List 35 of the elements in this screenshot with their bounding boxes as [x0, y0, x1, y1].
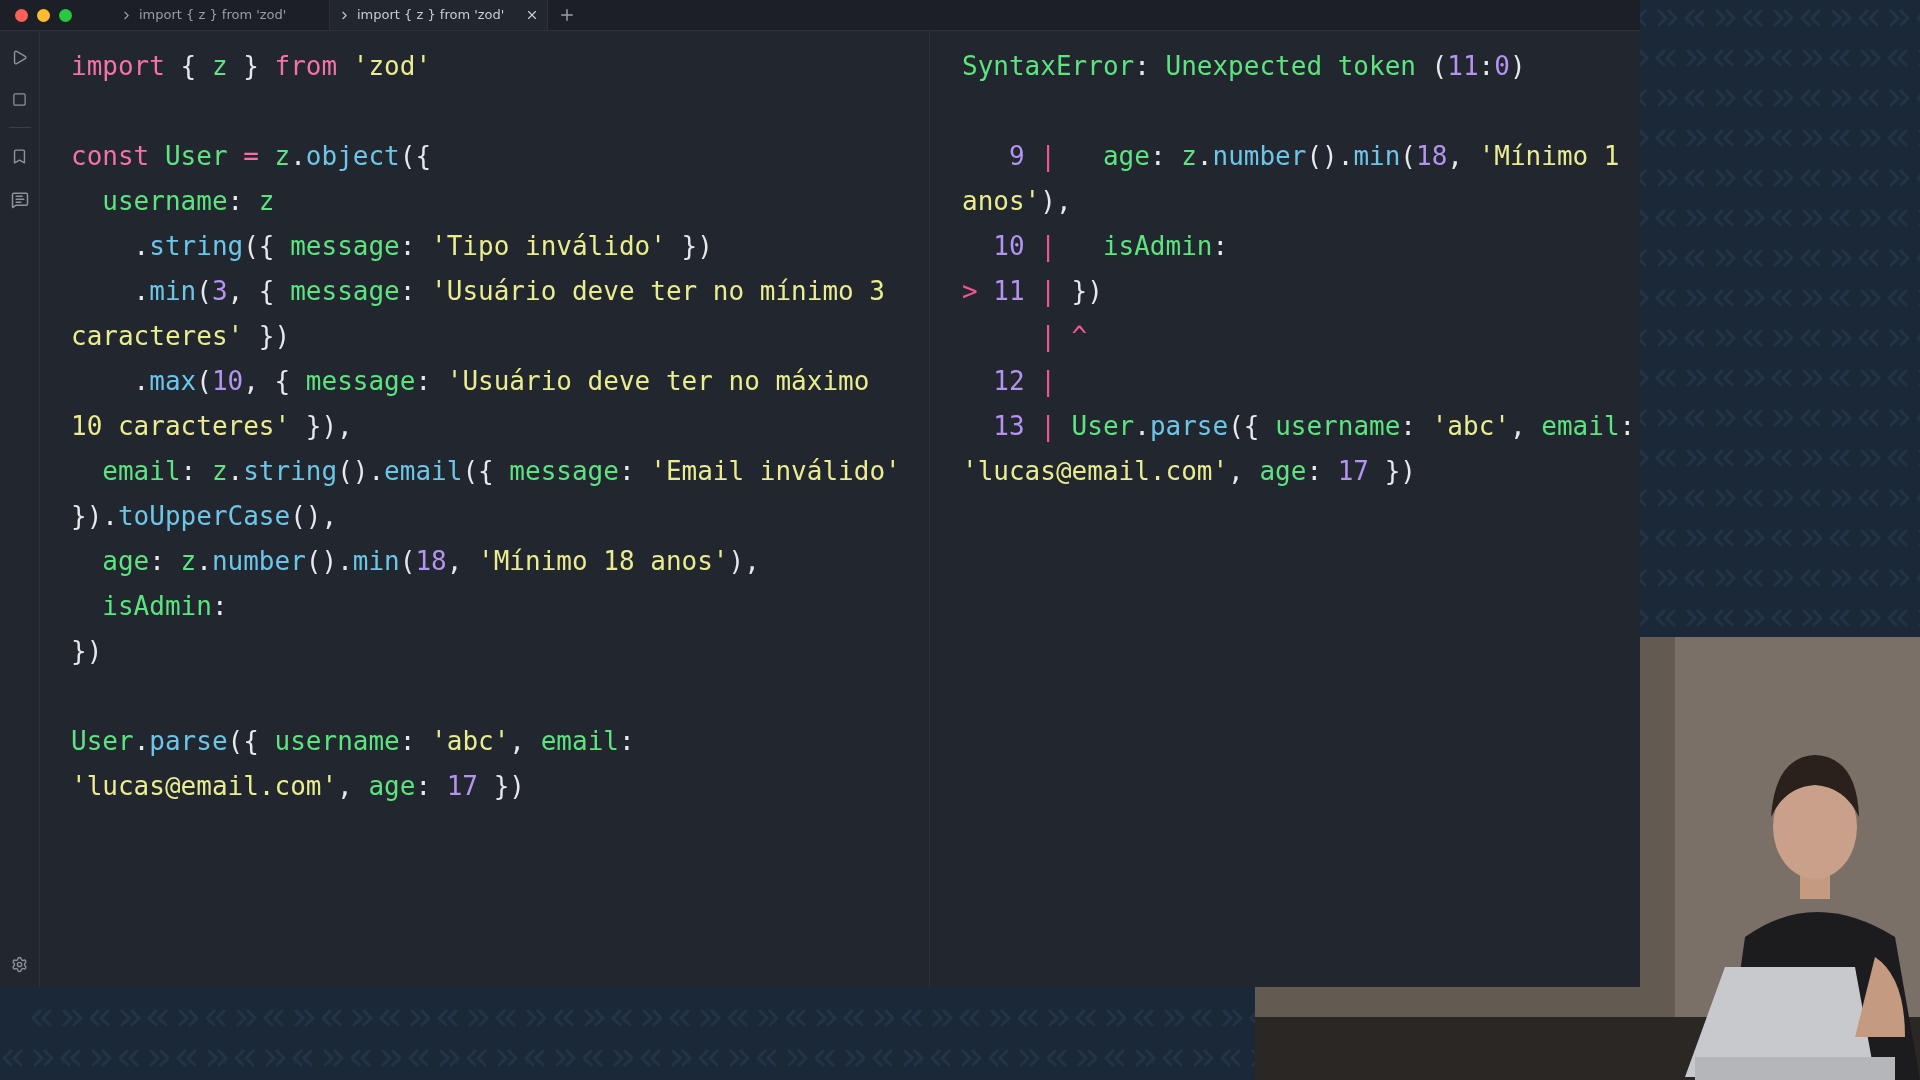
code-line: .max(10, { message: 'Usuário deve ter no máximo [132, 365, 870, 398]
code-line: username: z [101, 185, 275, 218]
code-line: > 11 | }) [962, 275, 1103, 309]
close-window-button[interactable] [15, 8, 28, 22]
settings-icon[interactable] [11, 956, 28, 973]
code-line: 'lucas@email.com', age: 17 }) [71, 770, 525, 803]
new-tab-icon[interactable] [558, 6, 576, 24]
code-line: 13 | User.parse({ username: 'abc', email: [992, 410, 1636, 444]
code-line: 12 | [992, 365, 1056, 399]
bookmark-icon[interactable] [11, 148, 28, 165]
code-line: isAdmin: [101, 590, 228, 623]
code-line: 9 | age: z.number().min(18, 'Mínimo 1 [1007, 140, 1620, 174]
maximize-window-button[interactable] [59, 8, 72, 22]
code-line: }).toUpperCase(), [71, 500, 338, 533]
code-line: import { z } from 'zod' [71, 50, 432, 83]
minimize-window-button[interactable] [37, 8, 50, 22]
code-line: 'lucas@email.com', age: 17 }) [962, 455, 1416, 488]
run-icon[interactable] [11, 49, 28, 66]
code-line: .string({ message: 'Tipo inválido' }) [132, 230, 713, 263]
code-line: User.parse({ username: 'abc', email: [71, 725, 635, 758]
code-line: 10 caracteres' }), [71, 410, 353, 443]
code-line: 10 | isAdmin: [992, 230, 1229, 264]
code-line: .min(3, { message: 'Usuário deve ter no mínimo 3 [132, 275, 886, 308]
code-line: }) [71, 635, 103, 668]
code-line: email: z.string().email({ message: 'Email inválido' [101, 455, 901, 488]
close-tab-icon[interactable] [525, 8, 539, 22]
code-line: SyntaxError: Unexpected token (11:0) [962, 50, 1526, 83]
code-line: anos'), [962, 185, 1072, 218]
code-line: caracteres' }) [71, 320, 291, 353]
tab[interactable]: import { z } from 'zod' [330, 0, 548, 30]
comment-icon[interactable] [10, 191, 29, 209]
stop-icon[interactable] [12, 92, 27, 107]
code-line: const User = z.object({ [71, 140, 432, 173]
code-line: | ^ [1039, 320, 1088, 354]
code-line: age: z.number().min(18, 'Mínimo 18 anos'), [101, 545, 760, 578]
